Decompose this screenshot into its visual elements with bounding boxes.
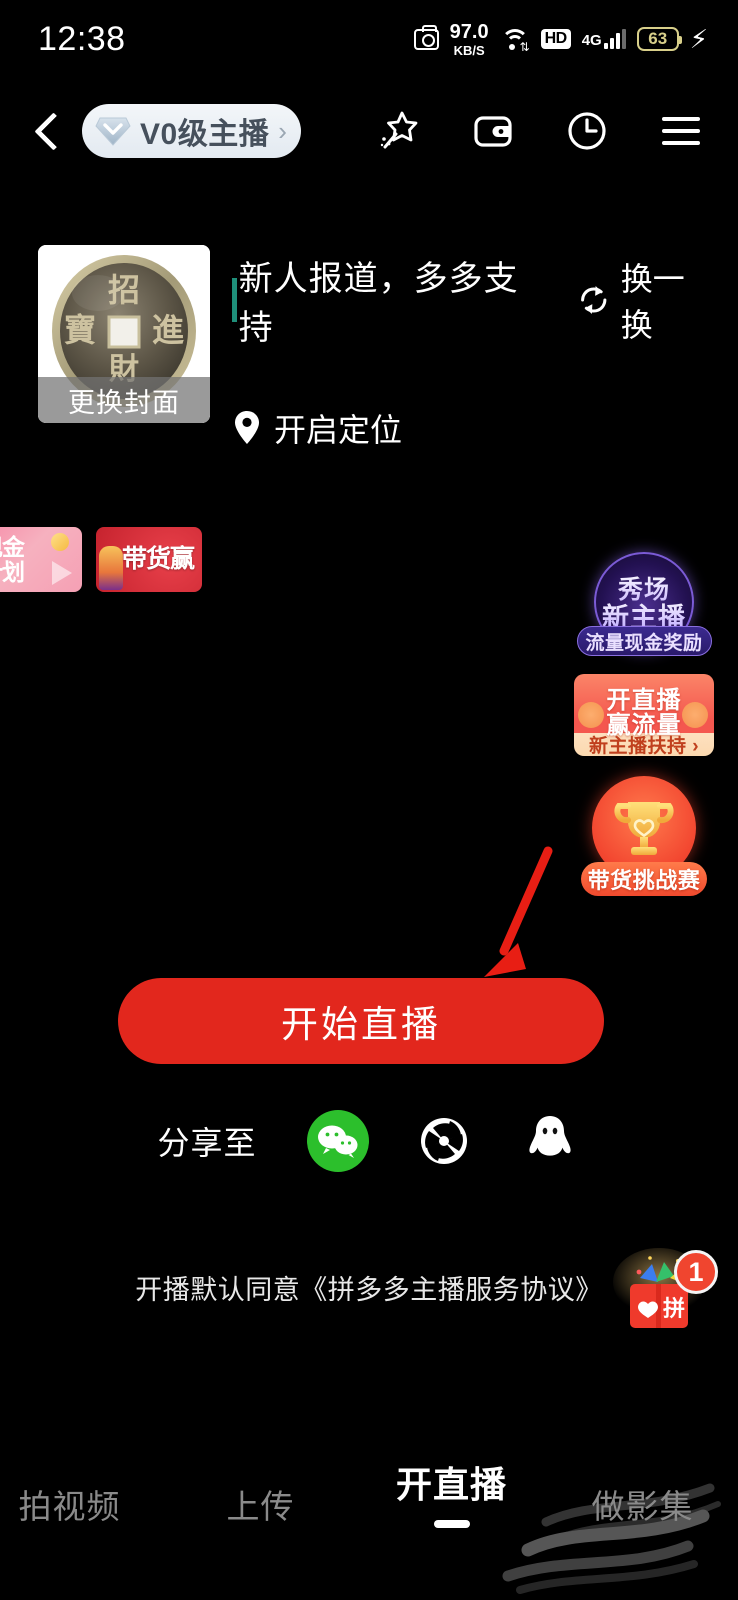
camera-icon bbox=[413, 24, 439, 50]
network-speed-unit: KB/S bbox=[453, 42, 485, 58]
wifi-icon: ⇅ bbox=[500, 27, 530, 53]
level-badge[interactable]: V0级主播 › bbox=[82, 104, 301, 158]
annotation-arrow bbox=[470, 845, 580, 990]
tab-make-album-label: 做影集 bbox=[591, 1488, 694, 1525]
promo-cash-plan-line1: 现金 bbox=[0, 534, 25, 561]
text-cursor bbox=[232, 278, 237, 322]
qq-penguin-icon bbox=[528, 1116, 571, 1156]
battery-level: 63 bbox=[648, 29, 668, 48]
tab-shoot-video[interactable]: 拍视频 bbox=[0, 1480, 165, 1528]
tab-make-album[interactable]: 做影集 bbox=[547, 1480, 738, 1528]
left-promo-banners: 现金 计划 带货赢 bbox=[0, 527, 202, 592]
battery-icon: 63 bbox=[636, 27, 682, 51]
hd-icon: HD bbox=[540, 29, 571, 49]
wechat-icon bbox=[306, 1110, 369, 1172]
promo-live-traffic[interactable]: 开直播 赢流量 新主播扶持 › bbox=[574, 674, 714, 756]
network-type-label: 4G bbox=[581, 31, 602, 49]
promo-new-showroom-anchor[interactable]: 秀场 新主播 流量现金奖励 bbox=[576, 552, 712, 656]
location-pin-icon bbox=[235, 411, 259, 444]
cover-thumbnail[interactable]: 招 寶 進 財 更换封面 bbox=[38, 245, 210, 423]
promo-cash-plan[interactable]: 现金 计划 bbox=[0, 527, 82, 592]
refresh-title-button[interactable]: 换一换 bbox=[577, 254, 710, 346]
share-qq[interactable] bbox=[519, 1110, 581, 1172]
signal-icon: 4G bbox=[581, 28, 626, 49]
bottom-tab-bar: 拍视频 上传 开直播 做影集 bbox=[0, 1456, 738, 1528]
active-tab-indicator bbox=[433, 1520, 470, 1528]
stream-title-input[interactable]: 新人报道，多多支持 bbox=[239, 251, 534, 349]
start-live-button[interactable]: 开始直播 bbox=[118, 978, 604, 1064]
diamond-gem-icon bbox=[94, 114, 132, 148]
cover-and-title-row: 招 寶 進 財 更换封面 新人报道，多多支持 换一换 开启定位 bbox=[38, 245, 710, 451]
promo-sell-win-text: 带货赢 bbox=[122, 545, 195, 574]
clock-history-icon[interactable] bbox=[564, 108, 610, 154]
svg-text:拼: 拼 bbox=[663, 1296, 685, 1322]
share-row: 分享至 bbox=[0, 1110, 738, 1172]
tab-shoot-video-label: 拍视频 bbox=[18, 1488, 121, 1525]
svg-text:進: 進 bbox=[152, 311, 184, 349]
network-speed-value: 97.0 bbox=[449, 20, 489, 43]
refresh-label: 换一换 bbox=[620, 261, 685, 343]
beauty-wand-icon[interactable] bbox=[376, 108, 422, 154]
right-promo-banners: 秀场 新主播 流量现金奖励 开直播 赢流量 新主播扶持 › 带货挑战赛 bbox=[574, 552, 714, 896]
change-cover-label[interactable]: 更换封面 bbox=[38, 377, 210, 423]
play-icon bbox=[52, 561, 72, 585]
promo-showroom-sub: 流量现金奖励 bbox=[576, 626, 712, 656]
gift-box-icon[interactable]: 拼 1 bbox=[604, 1236, 718, 1346]
stream-title-row: 新人报道，多多支持 换一换 bbox=[232, 251, 710, 349]
status-icons: 97.0 KB/S ⇅ HD 4G 63 ⚡ bbox=[413, 22, 708, 57]
share-moments[interactable] bbox=[413, 1110, 475, 1172]
status-bar: 12:38 97.0 KB/S ⇅ HD 4G 63 ⚡ bbox=[0, 0, 738, 78]
promo-traffic-sub[interactable]: 新主播扶持 › bbox=[574, 733, 714, 756]
promo-sales-challenge[interactable]: 带货挑战赛 bbox=[581, 776, 707, 896]
tab-go-live-label: 开直播 bbox=[395, 1464, 507, 1505]
wallet-icon[interactable] bbox=[470, 108, 516, 154]
chevron-right-icon: › bbox=[278, 115, 287, 146]
stream-info: 新人报道，多多支持 换一换 开启定位 bbox=[232, 245, 710, 451]
level-badge-label: V0级主播 bbox=[140, 118, 270, 151]
svg-text:寶: 寶 bbox=[64, 311, 96, 349]
top-nav-actions bbox=[376, 108, 704, 154]
promo-sell-win[interactable]: 带货赢 bbox=[96, 527, 202, 592]
trophy-icon bbox=[614, 802, 674, 855]
menu-icon[interactable] bbox=[658, 108, 704, 154]
share-wechat[interactable] bbox=[306, 1110, 369, 1172]
back-chevron-icon[interactable] bbox=[34, 110, 60, 152]
gift-badge-count: 1 bbox=[674, 1250, 718, 1294]
top-nav: V0级主播 › bbox=[0, 96, 738, 166]
moments-aperture-icon bbox=[420, 1118, 467, 1164]
charging-bolt-icon: ⚡ bbox=[689, 24, 708, 54]
enable-location-button[interactable]: 开启定位 bbox=[232, 405, 710, 451]
status-clock: 12:38 bbox=[38, 19, 126, 58]
tab-upload-label: 上传 bbox=[226, 1488, 295, 1525]
tab-upload[interactable]: 上传 bbox=[165, 1480, 356, 1528]
tab-go-live[interactable]: 开直播 bbox=[356, 1456, 547, 1528]
location-label: 开启定位 bbox=[274, 412, 403, 448]
share-label: 分享至 bbox=[157, 1125, 257, 1161]
promo-challenge-label: 带货挑战赛 bbox=[581, 862, 707, 896]
refresh-icon bbox=[581, 286, 607, 314]
network-speed: 97.0 KB/S bbox=[450, 22, 489, 57]
start-live-label: 开始直播 bbox=[281, 1004, 441, 1045]
